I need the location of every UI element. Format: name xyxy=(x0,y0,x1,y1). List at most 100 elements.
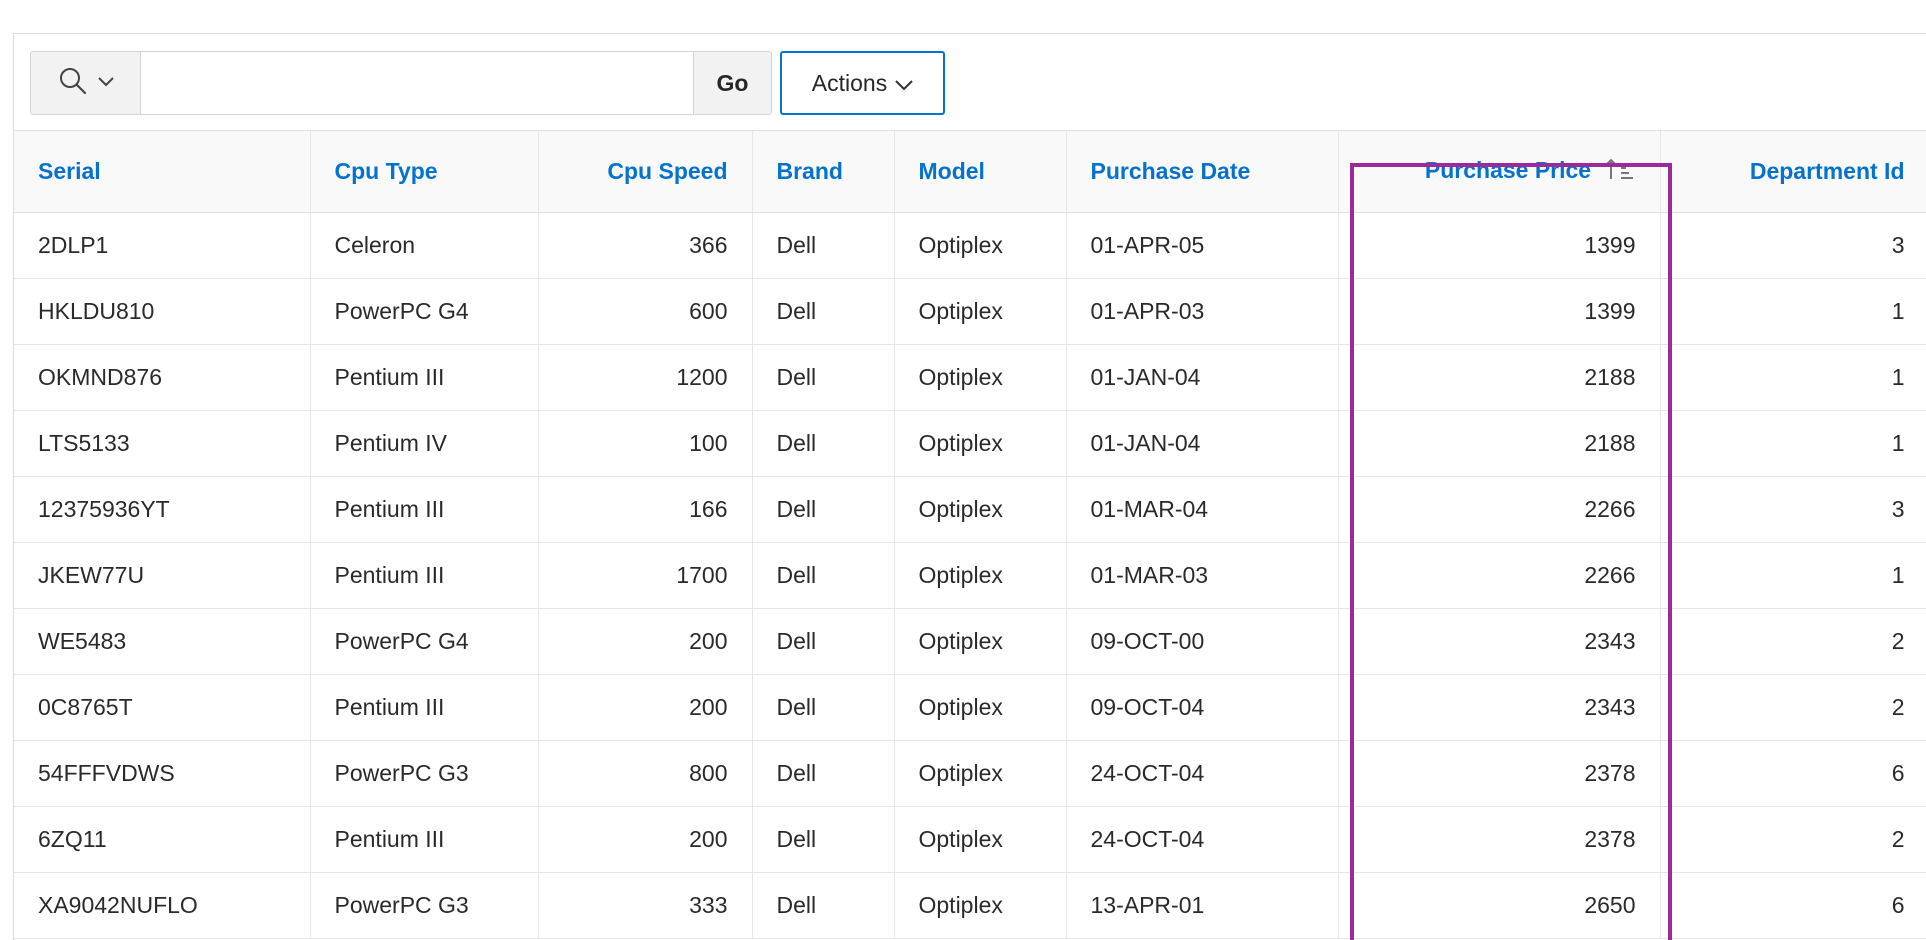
cell-department-id: 1 xyxy=(1660,344,1926,411)
cell-serial: 12375936YT xyxy=(14,476,311,543)
cell-model: Optiplex xyxy=(894,278,1067,345)
search-input[interactable] xyxy=(141,52,693,114)
cell-cpu-type: Pentium III xyxy=(310,674,539,741)
header-row: Serial Cpu Type Cpu Speed Brand Model Pu… xyxy=(14,130,1926,213)
cell-brand: Dell xyxy=(752,740,895,807)
cell-cpu-speed: 800 xyxy=(538,740,753,807)
search-icon xyxy=(58,66,88,101)
cell-cpu-type: Pentium III xyxy=(310,344,539,411)
cell-department-id: 1 xyxy=(1660,410,1926,477)
cell-brand: Dell xyxy=(752,476,895,543)
chevron-down-icon xyxy=(97,74,114,92)
cell-purchase-price: 2266 xyxy=(1338,542,1661,609)
cell-brand: Dell xyxy=(752,806,895,873)
column-header-cpu-type[interactable]: Cpu Type xyxy=(310,130,539,213)
cell-serial: 0C8765T xyxy=(14,674,311,741)
cell-model: Optiplex xyxy=(894,806,1067,873)
cell-cpu-type: Pentium IV xyxy=(310,410,539,477)
cell-model: Optiplex xyxy=(894,476,1067,543)
table-row: 12375936YT Pentium III 166 Dell Optiplex 01-M… xyxy=(14,476,1926,543)
cell-department-id: 1 xyxy=(1660,278,1926,345)
table-body: 2DLP1 Celeron 366 Dell Optiplex 01-APR-05 1399… xyxy=(14,212,1926,939)
table-row: 54FFFVDWS PowerPC G3 800 Dell Optiplex 24-OCT… xyxy=(14,740,1926,807)
cell-serial: WE5483 xyxy=(14,608,311,675)
cell-department-id: 2 xyxy=(1660,674,1926,741)
cell-cpu-type: Pentium III xyxy=(310,806,539,873)
cell-brand: Dell xyxy=(752,608,895,675)
column-header-cpu-speed[interactable]: Cpu Speed xyxy=(538,130,753,213)
cell-model: Optiplex xyxy=(894,674,1067,741)
cell-purchase-date: 01-MAR-04 xyxy=(1066,476,1339,543)
cell-cpu-speed: 200 xyxy=(538,608,753,675)
cell-serial: OKMND876 xyxy=(14,344,311,411)
table-row: JKEW77U Pentium III 1700 Dell Optiplex 01-MAR… xyxy=(14,542,1926,609)
column-header-brand[interactable]: Brand xyxy=(752,130,895,213)
cell-purchase-price: 2378 xyxy=(1338,806,1661,873)
cell-purchase-price: 2378 xyxy=(1338,740,1661,807)
cell-cpu-type: PowerPC G3 xyxy=(310,872,539,939)
cell-serial: LTS5133 xyxy=(14,410,311,477)
cell-brand: Dell xyxy=(752,212,895,279)
cell-cpu-type: Celeron xyxy=(310,212,539,279)
cell-department-id: 3 xyxy=(1660,476,1926,543)
cell-serial: 2DLP1 xyxy=(14,212,311,279)
cell-purchase-price: 2343 xyxy=(1338,674,1661,741)
cell-cpu-speed: 333 xyxy=(538,872,753,939)
table-row: WE5483 PowerPC G4 200 Dell Optiplex 09-OCT-00… xyxy=(14,608,1926,675)
column-header-model[interactable]: Model xyxy=(894,130,1067,213)
cell-purchase-date: 13-APR-01 xyxy=(1066,872,1339,939)
cell-brand: Dell xyxy=(752,872,895,939)
column-header-department-id[interactable]: Department Id xyxy=(1660,130,1926,213)
cell-purchase-date: 24-OCT-04 xyxy=(1066,806,1339,873)
sort-ascending-icon xyxy=(1604,157,1636,187)
table-row: 2DLP1 Celeron 366 Dell Optiplex 01-APR-05 1399… xyxy=(14,212,1926,279)
cell-department-id: 2 xyxy=(1660,608,1926,675)
go-button[interactable]: Go xyxy=(693,52,771,114)
column-header-purchase-date[interactable]: Purchase Date xyxy=(1066,130,1339,213)
cell-serial: 6ZQ11 xyxy=(14,806,311,873)
cell-cpu-speed: 1700 xyxy=(538,542,753,609)
cell-cpu-speed: 166 xyxy=(538,476,753,543)
cell-cpu-type: Pentium III xyxy=(310,476,539,543)
cell-department-id: 2 xyxy=(1660,806,1926,873)
cell-serial: HKLDU810 xyxy=(14,278,311,345)
cell-cpu-speed: 100 xyxy=(538,410,753,477)
cell-cpu-type: Pentium III xyxy=(310,542,539,609)
report-toolbar: Go Actions xyxy=(30,51,945,115)
actions-label: Actions xyxy=(811,69,888,96)
cell-purchase-price: 2343 xyxy=(1338,608,1661,675)
cell-department-id: 6 xyxy=(1660,740,1926,807)
table-row: LTS5133 Pentium IV 100 Dell Optiplex 01-JAN-0… xyxy=(14,410,1926,477)
cell-model: Optiplex xyxy=(894,542,1067,609)
table-row: OKMND876 Pentium III 1200 Dell Optiplex 01-JA… xyxy=(14,344,1926,411)
cell-purchase-price: 2188 xyxy=(1338,410,1661,477)
cell-department-id: 3 xyxy=(1660,212,1926,279)
cell-model: Optiplex xyxy=(894,410,1067,477)
actions-menu-button[interactable]: Actions xyxy=(780,51,945,115)
cell-model: Optiplex xyxy=(894,740,1067,807)
cell-purchase-date: 01-APR-03 xyxy=(1066,278,1339,345)
cell-purchase-price: 2650 xyxy=(1338,872,1661,939)
table-row: 6ZQ11 Pentium III 200 Dell Optiplex 24-OCT-04… xyxy=(14,806,1926,873)
cell-brand: Dell xyxy=(752,410,895,477)
cell-purchase-date: 09-OCT-00 xyxy=(1066,608,1339,675)
cell-purchase-price: 1399 xyxy=(1338,212,1661,279)
column-header-purchase-price[interactable]: Purchase Price xyxy=(1338,130,1661,213)
cell-purchase-date: 09-OCT-04 xyxy=(1066,674,1339,741)
cell-cpu-type: PowerPC G3 xyxy=(310,740,539,807)
cell-purchase-date: 01-JAN-04 xyxy=(1066,344,1339,411)
cell-cpu-speed: 1200 xyxy=(538,344,753,411)
cell-cpu-speed: 366 xyxy=(538,212,753,279)
cell-cpu-speed: 600 xyxy=(538,278,753,345)
cell-brand: Dell xyxy=(752,674,895,741)
column-header-serial[interactable]: Serial xyxy=(14,130,311,213)
cell-cpu-speed: 200 xyxy=(538,674,753,741)
search-bar: Go xyxy=(30,51,772,115)
cell-purchase-price: 2266 xyxy=(1338,476,1661,543)
cell-brand: Dell xyxy=(752,542,895,609)
cell-model: Optiplex xyxy=(894,872,1067,939)
chevron-down-icon xyxy=(895,70,913,97)
search-column-menu-button[interactable] xyxy=(31,52,141,114)
cell-purchase-date: 24-OCT-04 xyxy=(1066,740,1339,807)
cell-purchase-price: 2188 xyxy=(1338,344,1661,411)
